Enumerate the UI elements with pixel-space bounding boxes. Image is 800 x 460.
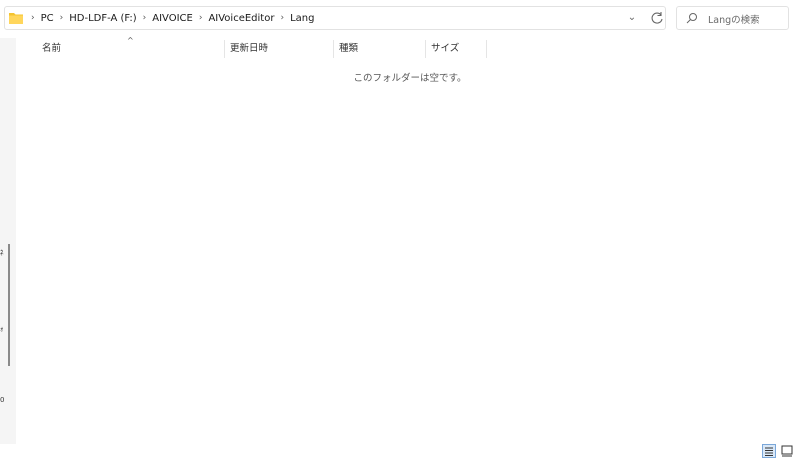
chevron-down-icon[interactable]: ⌄ [625,10,639,26]
column-header-type[interactable]: 種類 [339,40,358,58]
chevron-right-icon[interactable]: › [31,13,35,23]
large-icons-view-button[interactable] [780,444,794,458]
address-bar[interactable]: › PC › HD-LDF-A (F:) › AIVOICE › AIVoice… [4,6,666,30]
column-divider[interactable] [425,40,426,58]
nav-item-fragment[interactable]: 0 [0,396,4,404]
chevron-right-icon[interactable]: › [60,13,64,23]
column-header-name[interactable]: 名前 [42,40,61,58]
search-input[interactable]: Langの検索 [676,6,789,30]
breadcrumb-pc[interactable]: PC [41,13,54,24]
column-divider[interactable] [224,40,225,58]
empty-folder-message-row: このフォルダーは空です。 [0,70,800,84]
chevron-right-icon[interactable]: › [280,13,284,23]
search-icon [686,13,697,24]
breadcrumb-aivoice[interactable]: AIVOICE [152,13,193,24]
folder-icon [9,13,23,24]
refresh-icon[interactable] [649,10,665,26]
column-divider[interactable] [486,40,487,58]
nav-scrollbar[interactable] [8,244,10,366]
empty-folder-message: このフォルダーは空です。 [353,73,467,84]
nav-item-fragment[interactable]: ﾈ [0,248,4,258]
breadcrumb-drive[interactable]: HD-LDF-A (F:) [69,13,136,24]
column-header-size[interactable]: サイズ [431,40,459,58]
sort-ascending-icon: ^ [127,36,134,45]
nav-item-fragment[interactable]: ｫ [0,324,4,334]
column-header-date-modified[interactable]: 更新日時 [230,40,268,58]
search-placeholder: Langの検索 [708,15,760,26]
column-divider[interactable] [333,40,334,58]
breadcrumb-aivoiceeditor[interactable]: AIVoiceEditor [208,13,274,24]
tiles-view-icon [781,445,793,457]
breadcrumb-lang[interactable]: Lang [290,13,314,24]
breadcrumb: › PC › HD-LDF-A (F:) › AIVOICE › AIVoice… [25,7,314,29]
chevron-right-icon[interactable]: › [199,13,203,23]
details-view-button[interactable] [762,444,776,458]
details-view-icon [765,447,773,456]
chevron-right-icon[interactable]: › [143,13,147,23]
navigation-pane[interactable]: ﾈ ｫ 0 [0,38,16,444]
